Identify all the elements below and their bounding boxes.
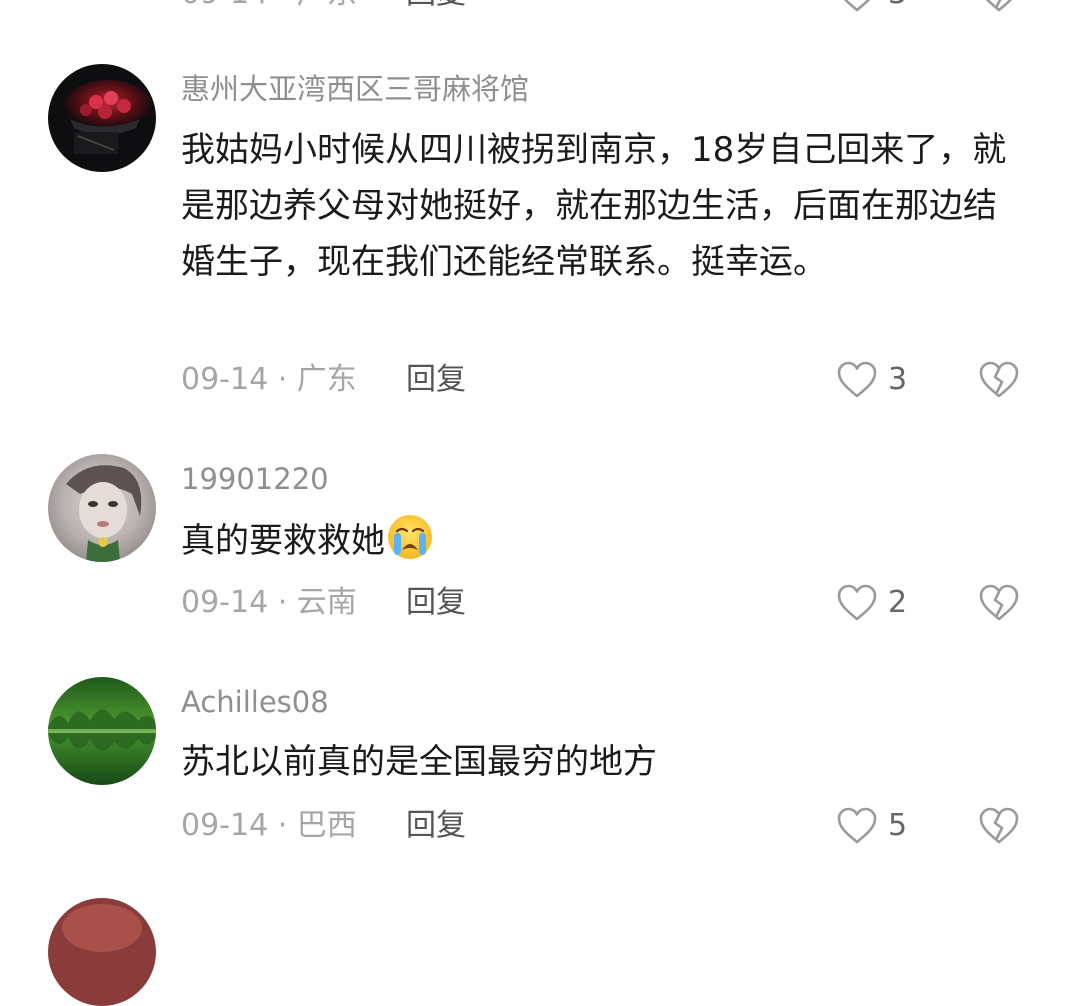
broken-heart-icon — [985, 0, 1013, 12]
like-button[interactable]: 3 — [836, 360, 907, 400]
like-button[interactable]: 5 — [836, 806, 907, 846]
avatar[interactable] — [48, 898, 156, 1006]
comment-text: 真的要救救她 — [181, 512, 1026, 569]
avatar[interactable] — [48, 677, 156, 785]
comment-text: 我姑妈小时候从四川被拐到南京，18岁自己回来了，就是那边养父母对她挺好，就在那边… — [181, 130, 1007, 282]
like-count: 3 — [888, 362, 908, 397]
comment-username[interactable]: 19901220 — [181, 461, 329, 497]
heart-outline-icon — [843, 0, 871, 12]
reply-button[interactable]: 回复 — [406, 585, 466, 621]
avatar[interactable] — [48, 64, 156, 172]
comment-date: 09-14 — [181, 362, 269, 397]
reply-button[interactable]: 回复 — [406, 0, 466, 12]
dislike-button[interactable] — [978, 360, 1020, 400]
like-count: 5 — [888, 808, 908, 843]
dislike-button[interactable] — [978, 806, 1020, 846]
broken-heart-icon — [979, 807, 1019, 844]
heart-outline-icon — [837, 807, 877, 844]
comment-location: 云南 — [296, 585, 357, 620]
comment-meta: 09-14 · 广东 — [181, 362, 357, 397]
comment-text: 苏北以前真的是全国最穷的地方 — [181, 742, 657, 782]
comment-location: 广东 — [297, 0, 357, 11]
comment-location: 巴西 — [296, 808, 357, 843]
avatar[interactable] — [48, 454, 156, 562]
dislike-button[interactable] — [978, 583, 1020, 623]
broken-heart-icon — [979, 584, 1019, 621]
like-button[interactable]: 2 — [836, 583, 907, 623]
broken-heart-icon — [979, 361, 1019, 398]
comment-username[interactable]: Achilles08 — [181, 684, 329, 720]
comment-location: 广东 — [296, 362, 357, 397]
comment-meta: 09-14 · 云南 — [181, 585, 357, 620]
loudly-crying-face-icon — [388, 515, 432, 559]
heart-outline-icon — [837, 361, 877, 398]
reply-button[interactable]: 回复 — [406, 362, 466, 398]
comment-date: 09-14 — [181, 808, 269, 843]
like-button[interactable]: 3 — [836, 0, 907, 14]
comment-username[interactable]: 惠州大亚湾西区三哥麻将馆 — [181, 71, 529, 107]
comment-meta: 09-14 · 巴西 — [181, 808, 357, 843]
dislike-button[interactable] — [978, 0, 1020, 14]
comment-date: 09-14 — [181, 0, 268, 11]
like-count: 3 — [888, 0, 907, 12]
like-count: 2 — [888, 585, 908, 620]
heart-outline-icon — [837, 584, 877, 621]
comment-meta: 09-14 · 广东 — [181, 0, 357, 12]
comment-date: 09-14 — [181, 585, 269, 620]
reply-button[interactable]: 回复 — [406, 808, 466, 844]
